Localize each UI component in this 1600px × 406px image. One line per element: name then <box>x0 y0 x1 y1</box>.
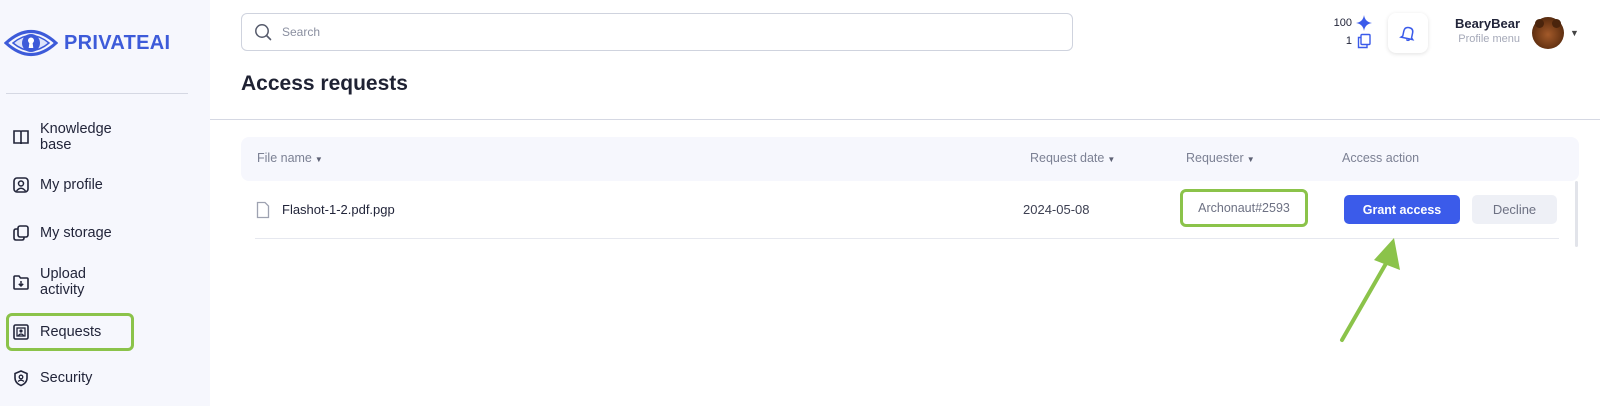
sidebar-item-label: Upload activity <box>40 266 86 298</box>
column-header-requester[interactable]: Requester ▼ <box>1186 151 1255 165</box>
sort-arrow-icon: ▼ <box>1107 155 1116 164</box>
sidebar-item-my-storage[interactable]: My storage <box>6 214 134 252</box>
request-date-cell: 2024-05-08 <box>1023 202 1090 217</box>
shield-icon <box>14 370 28 387</box>
grant-access-button[interactable]: Grant access <box>1344 195 1460 224</box>
sidebar: PRIVATEAI Knowledge base My profile My s… <box>0 0 210 406</box>
column-header-file-name[interactable]: File name ▼ <box>257 151 323 165</box>
column-label: File name <box>257 151 312 165</box>
credits-indicator: 100 1 <box>1322 14 1372 50</box>
eye-keyhole-icon <box>4 30 58 56</box>
sidebar-item-knowledge-base[interactable]: Knowledge base <box>6 118 134 156</box>
copy-files-icon <box>13 225 29 241</box>
sparkle-credits-count: 100 <box>1333 17 1352 29</box>
column-header-access-action: Access action <box>1342 151 1419 165</box>
sidebar-item-upload-activity[interactable]: Upload activity <box>6 263 134 301</box>
search-bar[interactable] <box>241 13 1073 51</box>
brand-logo[interactable]: PRIVATEAI <box>4 26 170 60</box>
sidebar-item-label: My storage <box>40 225 112 241</box>
brand-name: PRIVATEAI <box>64 31 171 54</box>
column-label: Requester <box>1186 151 1244 165</box>
page-title: Access requests <box>241 72 408 95</box>
search-input[interactable] <box>282 25 1042 39</box>
sidebar-item-label: My profile <box>40 177 103 193</box>
search-icon <box>255 24 272 41</box>
decline-button[interactable]: Decline <box>1472 195 1557 224</box>
column-label: Access action <box>1342 151 1420 165</box>
sparkle-icon <box>1356 15 1372 31</box>
notifications-button[interactable] <box>1388 13 1428 53</box>
column-label: Request date <box>1030 151 1105 165</box>
sidebar-item-security[interactable]: Security <box>6 359 134 397</box>
sidebar-divider <box>6 93 188 94</box>
profile-menu[interactable]: BearyBear Profile menu <box>1440 16 1520 45</box>
requester-cell: Archonaut#2593 <box>1180 189 1308 227</box>
annotation-arrow-icon <box>1340 238 1400 342</box>
sort-arrow-icon: ▼ <box>314 155 323 164</box>
profile-menu-label: Profile menu <box>1458 33 1520 45</box>
sort-arrow-icon: ▼ <box>1246 155 1255 164</box>
avatar[interactable] <box>1532 17 1564 49</box>
file-icon <box>256 201 270 219</box>
file-name-cell[interactable]: Flashot-1-2.pdf.pgp <box>282 202 395 217</box>
table-header: File name ▼ Request date ▼ Requester ▼ Acce… <box>241 137 1579 181</box>
sidebar-item-label: Knowledge base <box>40 121 112 153</box>
user-badge-icon <box>13 177 29 193</box>
header-divider <box>210 119 1600 120</box>
chevron-down-icon[interactable]: ▼ <box>1570 28 1579 38</box>
column-header-request-date[interactable]: Request date ▼ <box>1030 151 1115 165</box>
sidebar-item-label: Requests <box>40 324 102 340</box>
book-icon <box>13 130 29 145</box>
sidebar-item-label: Security <box>40 370 93 386</box>
folder-download-icon <box>13 275 29 290</box>
sidebar-item-requests[interactable]: Requests <box>6 313 134 351</box>
file-credits-count: 1 <box>1345 35 1352 47</box>
bell-icon <box>1399 26 1415 42</box>
table-scrollbar[interactable] <box>1575 181 1578 247</box>
id-card-icon <box>13 324 29 340</box>
sidebar-item-my-profile[interactable]: My profile <box>6 166 134 204</box>
files-icon <box>1357 33 1371 49</box>
user-name: BearyBear <box>1454 16 1520 31</box>
